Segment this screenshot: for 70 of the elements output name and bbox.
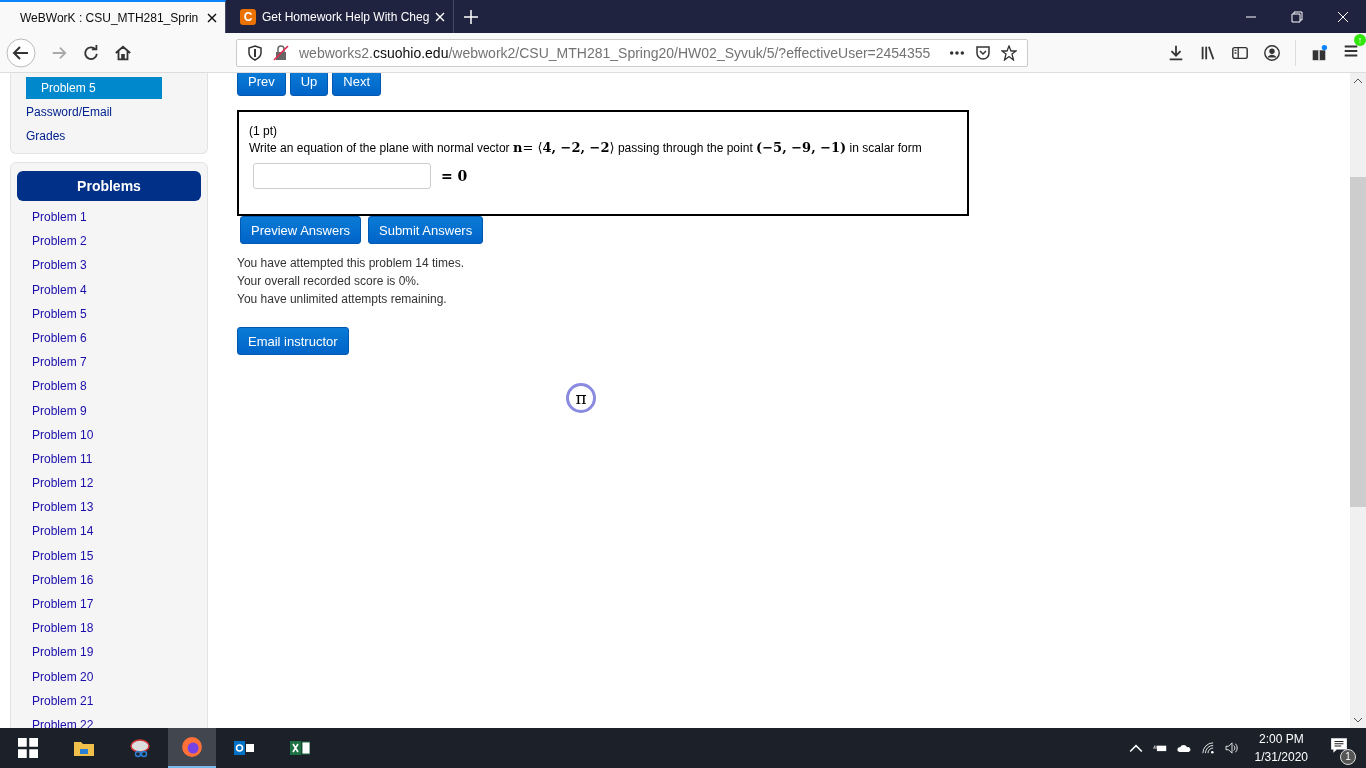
home-icon[interactable] (114, 43, 132, 62)
problem-link[interactable]: Problem 20 (17, 668, 201, 693)
attempt-message: You have attempted this problem 14 times. (237, 255, 465, 272)
notification-count: 1 (1340, 749, 1356, 765)
address-bar[interactable]: webworks2.csuohio.edu/webwork2/CSU_MTH281_Spring20/HW02_Syvuk/5/?effectiveUser=2454355 (236, 38, 1028, 67)
firefox-icon[interactable] (181, 736, 203, 758)
nav-button[interactable]: Next (332, 73, 382, 96)
wifi-icon[interactable] (1200, 742, 1215, 754)
problem-link[interactable]: Problem 15 (17, 547, 201, 572)
sidebar-link[interactable]: Grades (11, 125, 207, 147)
star-icon[interactable] (1001, 44, 1017, 61)
problem-link[interactable]: Problem 19 (17, 644, 201, 669)
problem-link[interactable]: Problem 1 (17, 209, 201, 234)
problem-link[interactable]: Problem 3 (17, 257, 201, 282)
clock-date[interactable]: 1/31/2020 (1254, 750, 1308, 764)
update-badge: ↑ (1354, 33, 1366, 46)
problem-link[interactable]: Problem 18 (17, 620, 201, 645)
mathjax-badge[interactable]: π (566, 383, 596, 413)
attempt-message: You have unlimited attempts remaining. (237, 291, 448, 308)
cloud-icon[interactable] (1176, 742, 1191, 754)
scroll-down-icon[interactable] (1353, 717, 1363, 723)
problem-link[interactable]: Problem 7 (17, 354, 201, 379)
insecure-lock-icon (273, 44, 289, 61)
attempt-message: Your overall recorded score is 0%. (237, 273, 421, 290)
answer-button[interactable]: Submit Answers (368, 216, 484, 244)
scroll-up-icon[interactable] (1353, 78, 1363, 84)
scroll-thumb[interactable] (1350, 177, 1366, 507)
problem-link[interactable]: Problem 14 (17, 523, 201, 548)
download-icon[interactable] (1167, 43, 1185, 62)
answer-button[interactable]: Preview Answers (240, 216, 361, 244)
points-label: (1 pt) (249, 124, 278, 138)
gift-icon[interactable] (1310, 43, 1328, 62)
problem-link[interactable]: Problem 17 (17, 596, 201, 621)
shield-icon[interactable] (247, 44, 263, 61)
problem-link[interactable]: Problem 13 (17, 499, 201, 524)
browser-tab[interactable]: WeBWorK : CSU_MTH281_Sprin (0, 0, 226, 33)
close-icon[interactable] (207, 12, 217, 23)
problem-statement: Write an equation of the plane with normal vector n= ⟨4, −2, −2⟩ passing through the point (−5, −9, −1) in scalar form (249, 140, 923, 155)
problem-link[interactable]: Problem 2 (17, 233, 201, 258)
scrollbar[interactable] (1350, 73, 1366, 728)
problem-link[interactable]: Problem 5 (17, 305, 201, 330)
sidebar-link[interactable]: Password/Email (11, 101, 207, 123)
new-tab-icon[interactable] (464, 9, 479, 24)
problems-header: Problems (17, 171, 201, 201)
problem-link[interactable]: Problem 8 (17, 378, 201, 403)
url-text[interactable]: webworks2.csuohio.edu/webwork2/CSU_MTH281_Spring20/HW02_Syvuk/5/?effectiveUser=2454355 (299, 44, 939, 61)
problem-link[interactable]: Problem 11 (17, 450, 201, 476)
problem-link[interactable]: Problem 12 (17, 475, 201, 500)
problem-link[interactable]: Problem 16 (17, 571, 201, 596)
email-instructor-button[interactable]: Email instructor (237, 327, 349, 355)
problem-link[interactable]: Problem 10 (17, 426, 201, 451)
chegg-logo-icon: C (240, 8, 256, 25)
pocket-icon[interactable] (975, 44, 991, 61)
library-icon[interactable] (1199, 43, 1217, 62)
speaker-icon[interactable] (1224, 742, 1239, 754)
problem-link[interactable]: Problem 21 (17, 692, 201, 717)
problem-link[interactable]: Problem 4 (17, 281, 201, 306)
answer-field[interactable] (253, 163, 431, 189)
chevron-up-icon[interactable] (1128, 742, 1143, 754)
notification-icon[interactable] (1330, 737, 1348, 755)
sidebar-link[interactable]: Problem 5 (26, 77, 162, 99)
reload-icon[interactable] (82, 43, 100, 62)
equation-suffix: = 0 (441, 168, 468, 184)
clock-time[interactable]: 2:00 PM (1258, 732, 1304, 746)
nav-button[interactable]: Up (289, 73, 329, 96)
restore-icon[interactable] (1291, 10, 1303, 23)
problem-link[interactable]: Problem 9 (17, 402, 201, 427)
nav-button[interactable]: Prev (237, 73, 286, 96)
problem-link[interactable]: Problem 6 (17, 329, 201, 355)
account-icon[interactable] (1263, 43, 1281, 62)
